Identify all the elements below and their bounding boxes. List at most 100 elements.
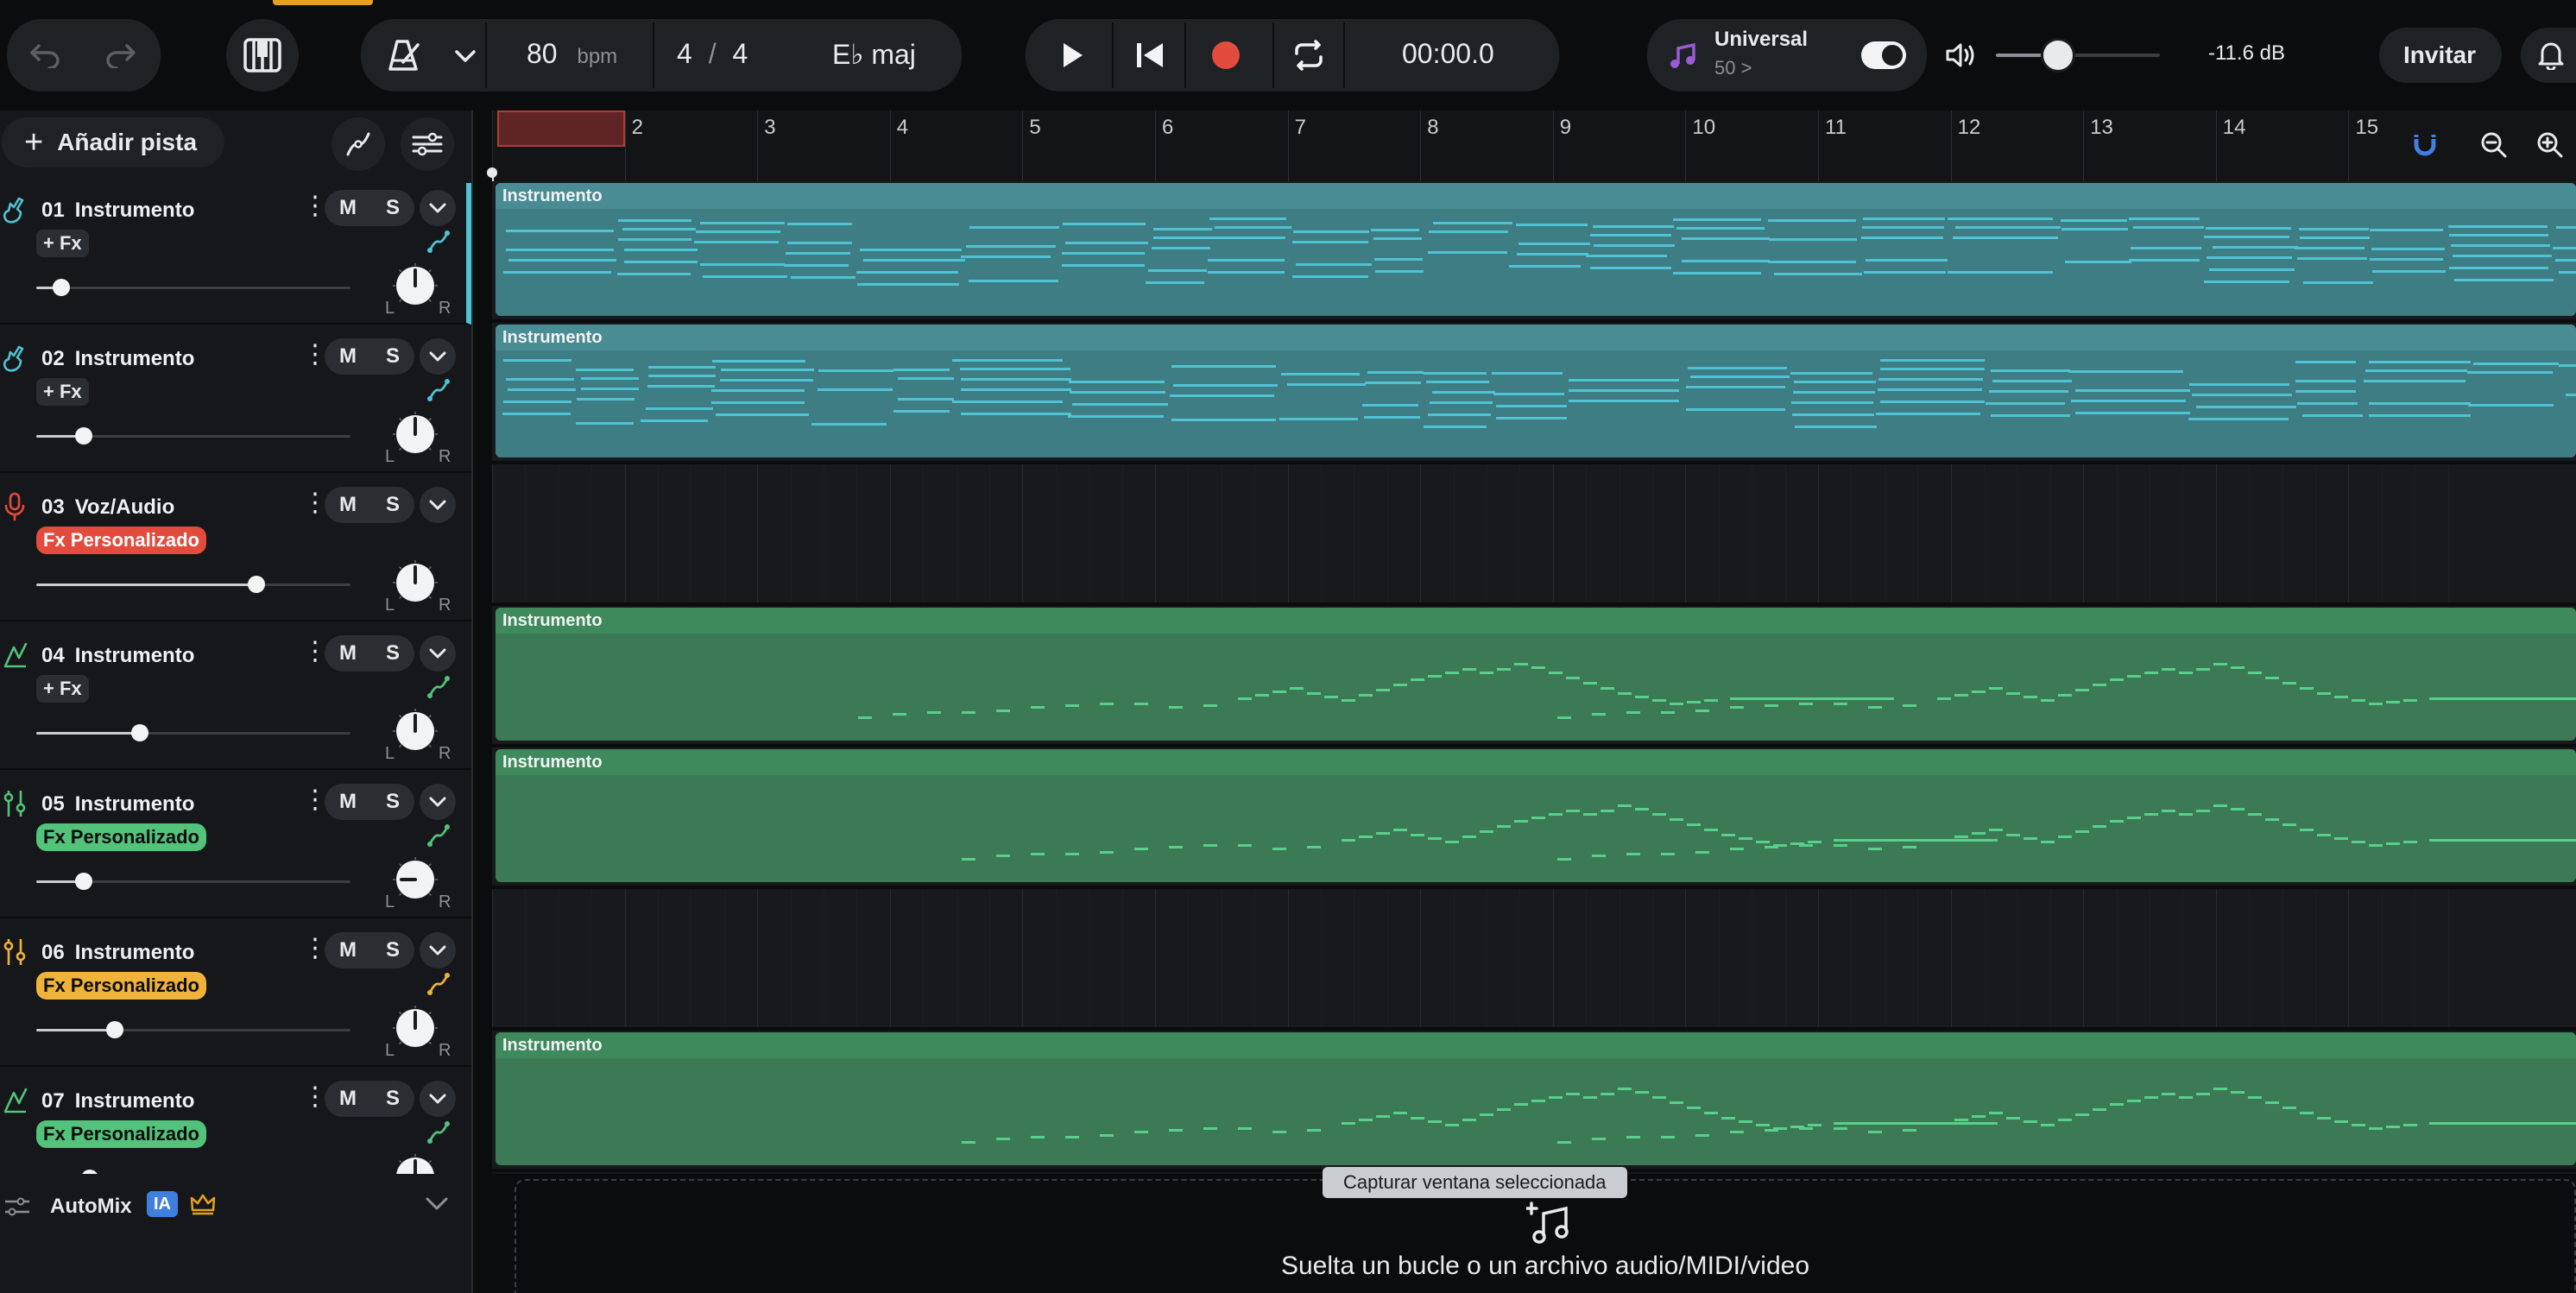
pan-knob[interactable]: [392, 262, 439, 309]
tuning-toggle[interactable]: [1861, 41, 1906, 69]
add-track-button[interactable]: + Añadir pista: [2, 117, 224, 167]
track-name[interactable]: 05 Instrumento: [41, 792, 194, 817]
lane-03[interactable]: [492, 464, 2576, 606]
automation-link-icon[interactable]: [426, 230, 451, 254]
fx-button[interactable]: Fx Personalizado: [36, 823, 206, 851]
pan-knob[interactable]: [392, 708, 439, 754]
loop-region[interactable]: [497, 110, 625, 147]
automation-link-icon[interactable]: [426, 675, 451, 699]
guitar-icon[interactable]: [2, 344, 28, 373]
automation-link-icon[interactable]: [426, 1120, 451, 1145]
solo-button[interactable]: S: [386, 196, 400, 220]
track-volume-slider[interactable]: [36, 576, 350, 593]
expand-track-button[interactable]: [420, 784, 456, 820]
expand-track-button[interactable]: [420, 635, 456, 672]
synth-icon[interactable]: [2, 640, 28, 670]
mute-button[interactable]: M: [339, 790, 357, 814]
automation-link-icon[interactable]: [426, 378, 451, 402]
track-header[interactable]: 06 Instrumento ⋮ M S Fx Personalizado L …: [0, 925, 471, 1067]
track-name[interactable]: 02 Instrumento: [41, 347, 194, 371]
speaker-icon[interactable]: [1941, 38, 1982, 73]
guitar-icon[interactable]: [2, 195, 28, 224]
solo-button[interactable]: S: [386, 938, 400, 962]
volume-knob[interactable]: [74, 427, 92, 445]
automation-link-icon[interactable]: [426, 972, 451, 996]
fx-button[interactable]: Fx Personalizado: [36, 527, 206, 554]
time-signature[interactable]: 4 / 4: [677, 38, 748, 70]
track-header[interactable]: 05 Instrumento ⋮ M S Fx Personalizado L …: [0, 777, 471, 918]
midi-region[interactable]: Instrumento: [496, 183, 2576, 316]
track-name[interactable]: 01 Instrumento: [41, 199, 194, 223]
mute-button[interactable]: M: [339, 493, 357, 517]
solo-button[interactable]: S: [386, 790, 400, 814]
playhead-handle[interactable]: [487, 167, 497, 178]
pan-knob[interactable]: [392, 559, 439, 606]
midi-region[interactable]: Instrumento: [496, 749, 2576, 882]
track-volume-slider[interactable]: [36, 724, 350, 741]
midi-region[interactable]: Instrumento: [496, 1032, 2576, 1165]
lane-07[interactable]: Instrumento: [492, 1031, 2576, 1172]
track-volume-slider[interactable]: [36, 427, 350, 445]
volume-knob[interactable]: [131, 724, 149, 741]
mute-button[interactable]: M: [339, 641, 357, 665]
pan-knob[interactable]: [392, 411, 439, 457]
rewind-to-start-button[interactable]: [1122, 31, 1178, 79]
metronome-icon[interactable]: [380, 33, 428, 78]
solo-button[interactable]: S: [386, 641, 400, 665]
play-button[interactable]: [1041, 31, 1103, 79]
lane-02[interactable]: Instrumento: [492, 323, 2576, 464]
solo-button[interactable]: S: [386, 493, 400, 517]
track-name[interactable]: 03 Voz/Audio: [41, 495, 174, 520]
automix-row[interactable]: AutoMix IA: [0, 1174, 471, 1236]
expand-track-button[interactable]: [420, 338, 456, 375]
zoom-in-icon[interactable]: [2536, 126, 2576, 164]
track-volume-slider[interactable]: [36, 873, 350, 890]
fx-button[interactable]: + Fx: [36, 230, 89, 257]
mixer-icon[interactable]: [2, 937, 28, 967]
fx-button[interactable]: Fx Personalizado: [36, 972, 206, 1000]
mute-button[interactable]: M: [339, 938, 357, 962]
volume-knob[interactable]: [247, 576, 265, 593]
lane-01[interactable]: Instrumento: [492, 181, 2576, 323]
loop-button[interactable]: [1278, 31, 1340, 79]
track-name[interactable]: 06 Instrumento: [41, 941, 194, 965]
master-volume-slider[interactable]: [1996, 38, 2160, 73]
solo-button[interactable]: S: [386, 1087, 400, 1111]
master-volume-knob[interactable]: [2041, 38, 2076, 73]
track-header[interactable]: 04 Instrumento ⋮ M S + Fx L R: [0, 628, 471, 770]
lane-04[interactable]: Instrumento: [492, 606, 2576, 747]
fx-button[interactable]: + Fx: [36, 675, 89, 703]
zoom-out-icon[interactable]: [2471, 126, 2517, 164]
track-name[interactable]: 04 Instrumento: [41, 644, 194, 668]
undo-icon[interactable]: [19, 31, 71, 79]
solo-button[interactable]: S: [386, 344, 400, 369]
expand-track-button[interactable]: [420, 487, 456, 523]
volume-knob[interactable]: [74, 873, 92, 890]
mute-button[interactable]: M: [339, 1087, 357, 1111]
track-header[interactable]: 02 Instrumento ⋮ M S + Fx L R: [0, 331, 471, 473]
chevron-down-icon[interactable]: [447, 41, 483, 71]
track-name[interactable]: 07 Instrumento: [41, 1089, 194, 1113]
automation-link-icon[interactable]: [426, 823, 451, 848]
track-volume-slider[interactable]: [36, 279, 350, 296]
automation-curve-button[interactable]: [331, 117, 385, 171]
expand-track-button[interactable]: [420, 190, 456, 226]
midi-region[interactable]: Instrumento: [496, 608, 2576, 741]
tempo-field[interactable]: 80 bpm: [527, 38, 617, 70]
lane-05[interactable]: Instrumento: [492, 747, 2576, 889]
pan-knob[interactable]: [392, 1005, 439, 1051]
synth-icon[interactable]: [2, 1086, 28, 1115]
mute-button[interactable]: M: [339, 344, 357, 369]
track-header[interactable]: 03 Voz/Audio ⋮ M S Fx Personalizado L R: [0, 480, 471, 621]
lane-06[interactable]: [492, 889, 2576, 1031]
pan-knob[interactable]: [392, 856, 439, 903]
mixer-icon[interactable]: [2, 789, 28, 818]
midi-region[interactable]: Instrumento: [496, 325, 2576, 457]
volume-knob[interactable]: [106, 1021, 123, 1038]
timeline-ruler[interactable]: 123456789101112131415: [492, 110, 2576, 181]
mute-button[interactable]: M: [339, 196, 357, 220]
redo-icon[interactable]: [95, 31, 147, 79]
track-settings-button[interactable]: [401, 117, 454, 171]
track-header[interactable]: 01 Instrumento ⋮ M S + Fx L R: [0, 183, 471, 325]
fx-button[interactable]: Fx Personalizado: [36, 1120, 206, 1148]
